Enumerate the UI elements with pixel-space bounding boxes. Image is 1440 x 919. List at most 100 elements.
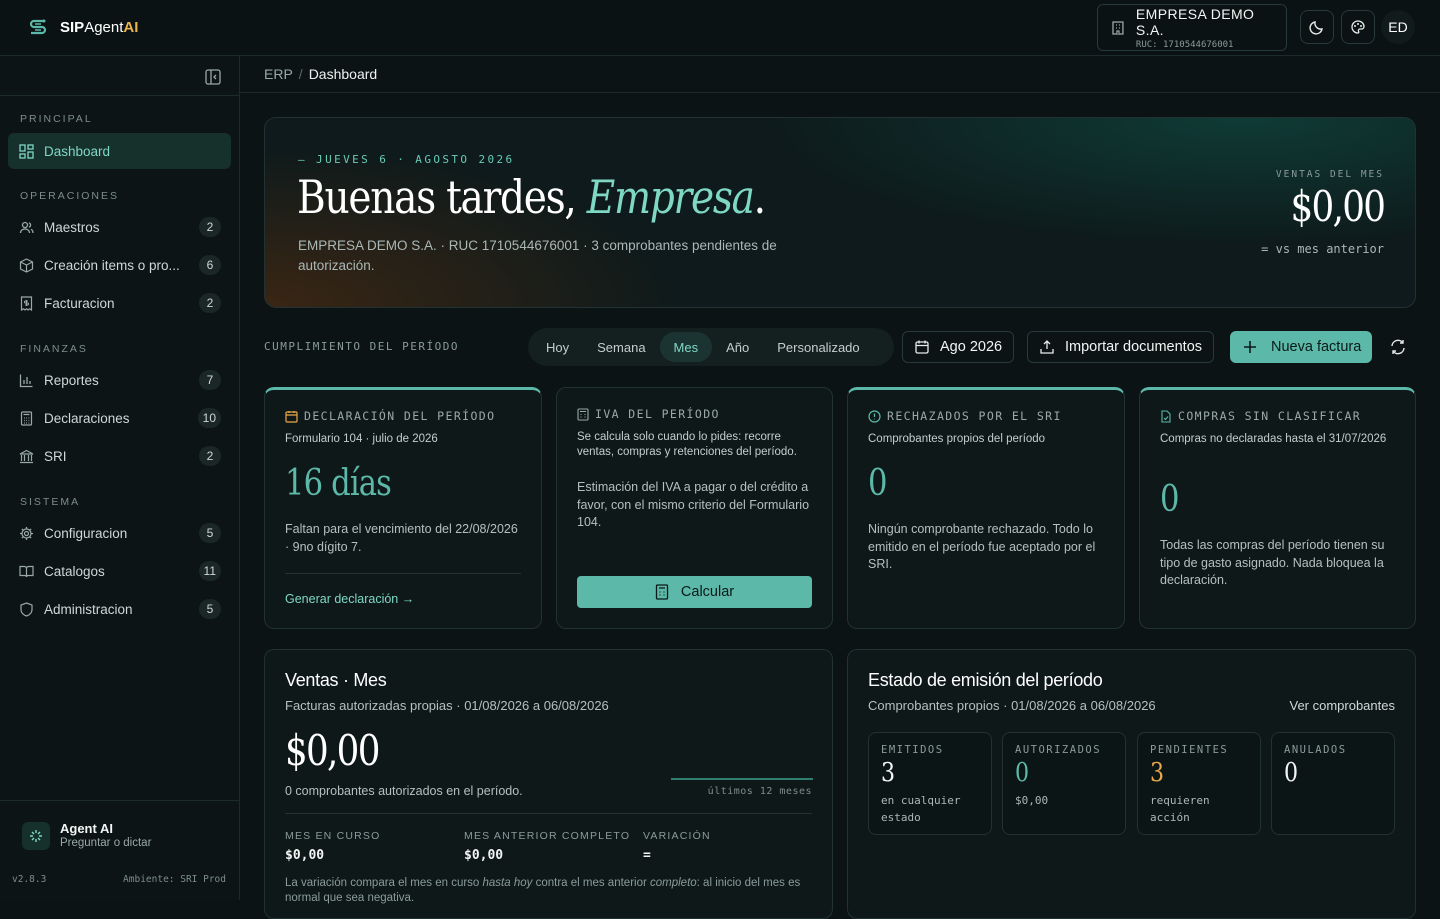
emission-title: Estado de emisión del período [868, 670, 1103, 690]
sparkline-label: últimos 12 meses [707, 786, 812, 797]
period-personalizado[interactable]: Personalizado [763, 332, 873, 362]
sidebar-item-maestros[interactable]: Maestros 2 [8, 209, 231, 245]
palette-icon [1351, 20, 1365, 34]
sidebar-item-facturacion[interactable]: Facturacion 2 [8, 285, 231, 321]
stat-desc: $0,00 [1015, 794, 1049, 807]
sidebar-item-label: Facturacion [44, 295, 115, 311]
stat-value: 0 [1015, 758, 1030, 788]
app-version: v2.8.3 [12, 874, 47, 885]
sidebar-item-administracion[interactable]: Administracion 5 [8, 591, 231, 627]
sidebar-item-label: Creación items o pro... [44, 257, 180, 273]
sales-total: $0,00 [285, 726, 380, 775]
sidebar-item-label: Dashboard [44, 143, 111, 159]
count-badge: 2 [199, 217, 221, 237]
agent-subtitle: Preguntar o dictar [60, 837, 152, 849]
period-selector: Hoy Semana Mes Año Personalizado [528, 328, 894, 366]
bar-chart-icon [18, 372, 34, 388]
new-invoice-label: Nueva factura [1271, 339, 1362, 355]
current-date: — JUEVES 6 · AGOSTO 2026 [298, 153, 515, 166]
sidebar-item-label: Catalogos [44, 563, 105, 579]
iva-card-subtitle: Se calcula solo cuando lo pides: recorre… [577, 431, 797, 458]
users-icon [18, 219, 34, 235]
sales-count: 0 comprobantes autorizados en el período… [285, 784, 523, 798]
monthly-sales-value: $0,00 [1290, 182, 1385, 231]
sidebar-item-catalogos[interactable]: Catalogos 11 [8, 553, 231, 589]
unclassified-count: 0 [1160, 479, 1179, 520]
collapse-sidebar-icon[interactable] [204, 68, 222, 86]
sales-panel: Ventas · Mes Facturas autorizadas propia… [264, 649, 833, 919]
sidebar-item-dashboard[interactable]: Dashboard [8, 133, 231, 169]
metric-current-label: MES EN CURSO [285, 830, 381, 842]
agent-ai-button[interactable]: Agent AI Preguntar o dictar [0, 800, 239, 900]
rejected-card-title: RECHAZADOS POR EL SRI [868, 409, 1062, 423]
palette-button[interactable] [1341, 10, 1375, 44]
period-semana[interactable]: Semana [583, 332, 659, 362]
stat-value: 3 [881, 758, 896, 788]
welcome-banner: — JUEVES 6 · AGOSTO 2026 Buenas tardes, … [264, 117, 1416, 308]
period-mes[interactable]: Mes [659, 332, 713, 362]
sidebar-item-sri[interactable]: SRI 2 [8, 438, 231, 474]
calendar-icon [285, 410, 298, 423]
compliance-section-label: CUMPLIMIENTO DEL PERÍODO [264, 340, 459, 353]
sidebar-item-configuracion[interactable]: Configuracion 5 [8, 515, 231, 551]
sidebar-item-creacion-items[interactable]: Creación items o pro... 6 [8, 247, 231, 283]
shield-icon [18, 601, 34, 617]
sidebar: PRINCIPAL Dashboard OPERACIONES Maestros… [0, 56, 240, 900]
app-logo[interactable]: SIPAgentAI [26, 16, 138, 40]
theme-toggle-button[interactable] [1300, 10, 1334, 44]
period-ano[interactable]: Año [712, 332, 763, 362]
breadcrumb-root[interactable]: ERP [264, 66, 293, 82]
new-invoice-button[interactable]: Nueva factura [1230, 331, 1373, 363]
logo-icon [29, 19, 47, 34]
sidebar-item-label: Configuracion [44, 525, 128, 541]
count-badge: 2 [199, 293, 221, 313]
metric-current-value: $0,00 [285, 848, 325, 863]
declaration-card-text: Faltan para el vencimiento del 22/08/202… [285, 522, 518, 554]
breadcrumb: ERP / Dashboard [240, 56, 1440, 93]
declaration-card-title: DECLARACIÓN DEL PERÍODO [285, 409, 495, 423]
section-title-operaciones: OPERACIONES [20, 190, 120, 202]
month-picker-label: Ago 2026 [940, 339, 1003, 355]
sidebar-item-declaraciones[interactable]: Declaraciones 10 [8, 400, 231, 436]
iva-card: IVA DEL PERÍODO Se calcula solo cuando l… [556, 387, 833, 629]
import-documents-label: Importar documentos [1065, 339, 1203, 355]
generate-declaration-link[interactable]: Generar declaración → [285, 592, 414, 606]
book-icon [18, 563, 34, 579]
company-name: EMPRESA DEMO S.A. [1135, 5, 1255, 38]
month-picker-button[interactable]: Ago 2026 [902, 331, 1015, 363]
stat-label: EMITIDOS [881, 744, 944, 756]
monthly-sales-label: VENTAS DEL MES [1275, 169, 1384, 180]
unclassified-card-subtitle: Compras no declaradas hasta el 31/07/202… [1160, 433, 1387, 445]
declaration-card-subtitle: Formulario 104 · julio de 2026 [285, 433, 438, 445]
company-ruc: RUC: 1710544676001 [1135, 39, 1234, 50]
period-hoy[interactable]: Hoy [532, 332, 583, 362]
calculate-iva-button[interactable]: Calcular [577, 576, 812, 608]
sales-subtitle: Facturas autorizadas propias · 01/08/202… [285, 698, 609, 713]
count-badge: 2 [199, 446, 221, 466]
refresh-button[interactable] [1388, 337, 1408, 357]
user-avatar[interactable]: ED [1381, 10, 1415, 44]
moon-icon [1309, 21, 1323, 35]
metric-previous-value: $0,00 [464, 848, 504, 863]
monthly-sales-compare: = vs mes anterior [1261, 242, 1384, 256]
stat-value: 0 [1284, 758, 1299, 788]
rejected-count: 0 [868, 463, 887, 504]
stat-label: PENDIENTES [1150, 744, 1229, 756]
stat-label: AUTORIZADOS [1015, 744, 1102, 756]
stat-autorizados: AUTORIZADOS 0 $0,00 [1002, 732, 1126, 835]
unclassified-purchases-card: COMPRAS SIN CLASIFICAR Compras no declar… [1139, 387, 1416, 629]
stat-anulados: ANULADOS 0 [1271, 732, 1395, 835]
count-badge: 7 [199, 370, 221, 390]
dashboard-icon [18, 143, 34, 159]
import-documents-button[interactable]: Importar documentos [1027, 331, 1215, 363]
variation-note: La variación compara el mes en curso has… [285, 877, 801, 904]
section-title-principal: PRINCIPAL [20, 113, 93, 125]
stat-desc: requieren acción [1150, 794, 1210, 824]
breadcrumb-current: Dashboard [308, 66, 378, 82]
calculator-icon [655, 584, 669, 600]
view-vouchers-link[interactable]: Ver comprobantes [1289, 698, 1395, 713]
sidebar-item-reportes[interactable]: Reportes 7 [8, 362, 231, 398]
metric-variation-label: VARIACIÓN [643, 830, 711, 842]
company-selector[interactable]: EMPRESA DEMO S.A. RUC: 1710544676001 [1097, 4, 1287, 51]
count-badge: 10 [197, 408, 221, 428]
